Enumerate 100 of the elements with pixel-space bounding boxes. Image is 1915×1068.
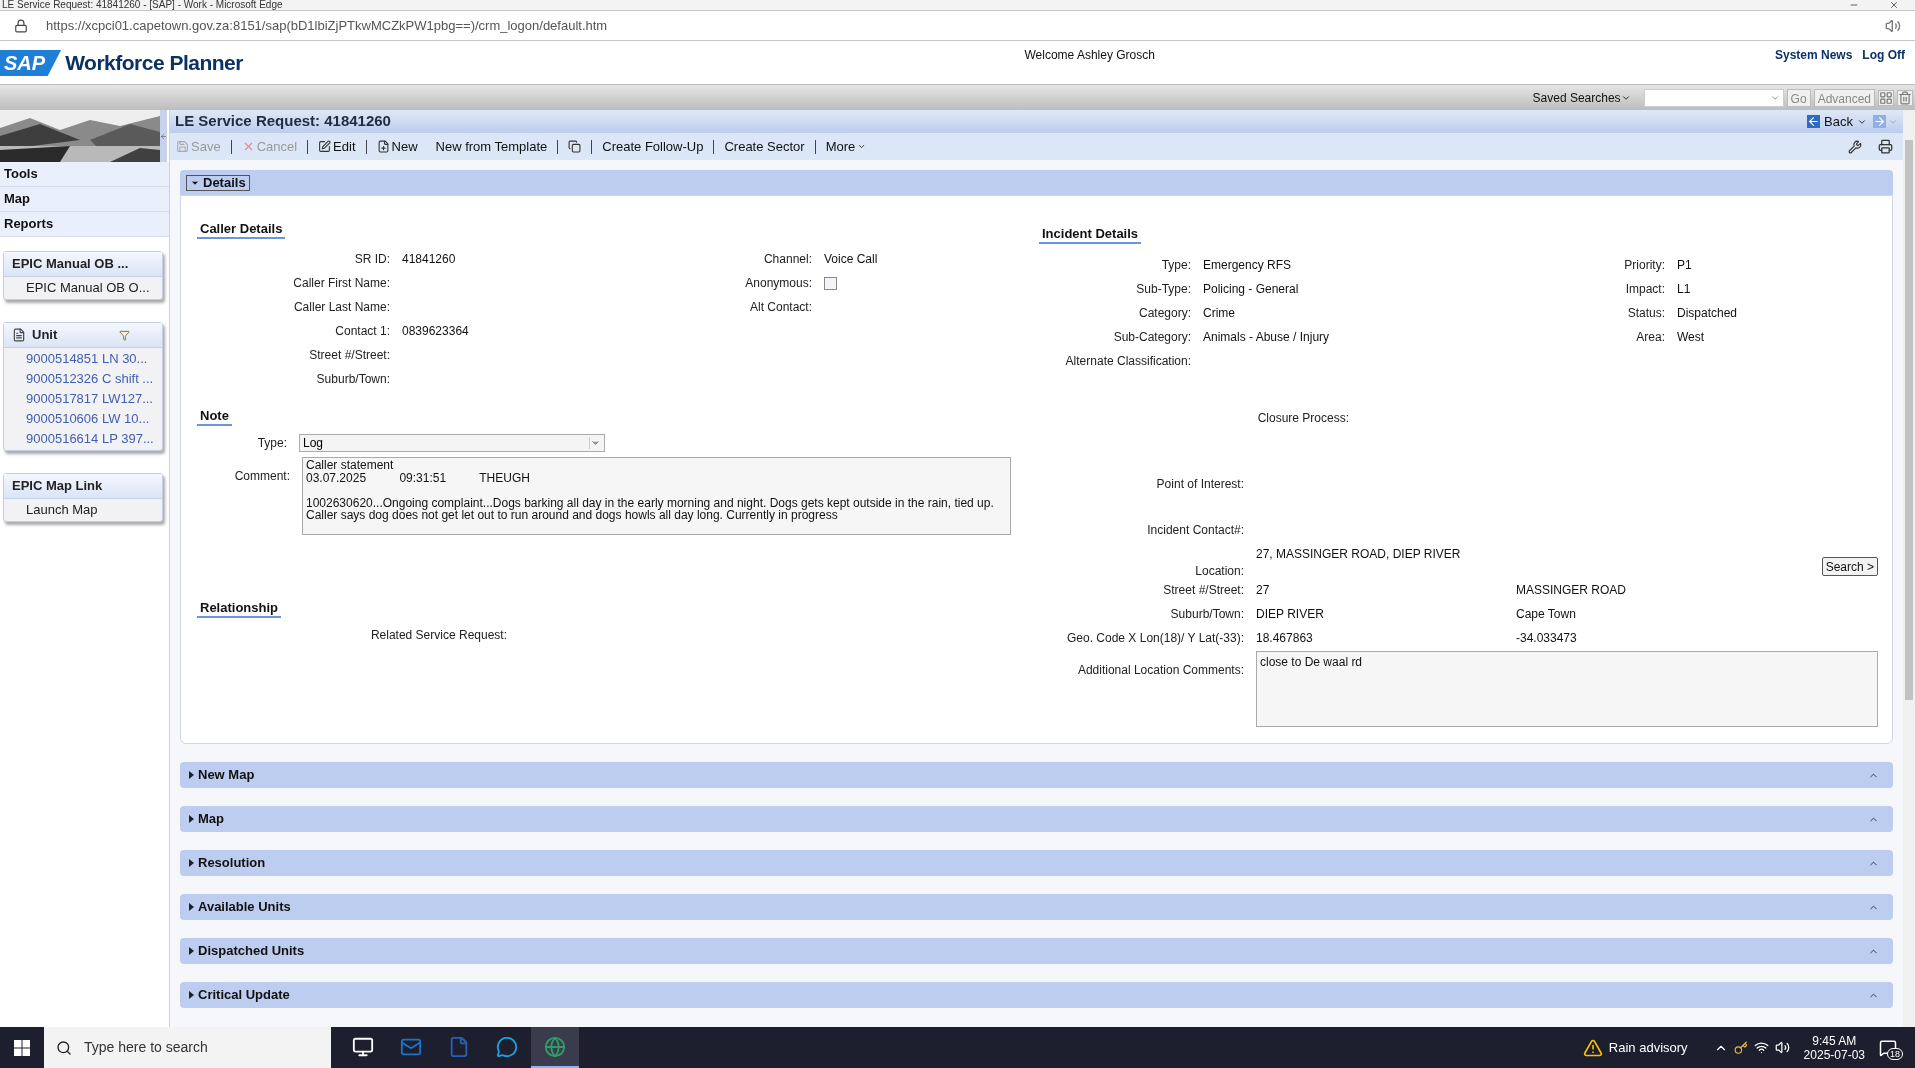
section-title: Critical Update xyxy=(198,986,290,1005)
header-link[interactable]: System News xyxy=(1774,46,1853,64)
field-label: Alternate Classification: xyxy=(1064,353,1192,370)
field-label: Area: xyxy=(1635,329,1666,346)
layout-icon[interactable] xyxy=(1878,89,1894,106)
unit-link[interactable]: 9000510606 LW 10... xyxy=(4,409,162,429)
scrollbar[interactable] xyxy=(1903,110,1915,1027)
header-link[interactable]: Log Off xyxy=(1862,46,1905,64)
caret-icon xyxy=(857,142,867,151)
unit-link[interactable]: 9000516614 LP 397... xyxy=(4,429,162,449)
field-label: Location: xyxy=(1194,563,1245,580)
location-comments-field[interactable]: close to De waal rd xyxy=(1256,651,1878,727)
collapse-handle[interactable] xyxy=(160,110,167,162)
search-placeholder: Type here to search xyxy=(84,1038,208,1057)
arrow-left-icon xyxy=(160,132,167,140)
chat-icon xyxy=(496,1035,518,1058)
section-heading: Incident Details xyxy=(1039,226,1142,244)
saved-searches-menu[interactable]: Saved Searches xyxy=(1532,88,1631,107)
nav-item[interactable]: Map xyxy=(0,187,169,212)
field-label: Channel: xyxy=(762,251,813,268)
section-header[interactable]: Critical Update xyxy=(180,982,1893,1008)
section-header[interactable]: Map xyxy=(180,806,1893,832)
clock-time[interactable]: 9:45 AM xyxy=(1812,1033,1857,1048)
section-title: New Map xyxy=(198,766,255,785)
close-icon[interactable] xyxy=(1889,0,1899,10)
taskbar-search-field[interactable]: Type here to search xyxy=(44,1027,331,1068)
network-icon[interactable] xyxy=(1753,1040,1769,1055)
sap-logo: SAP xyxy=(0,50,62,76)
field-value: Policing - General xyxy=(1203,281,1300,298)
field-label: Category: xyxy=(1137,305,1192,322)
warning-icon[interactable] xyxy=(1582,1037,1603,1058)
section-title: Available Units xyxy=(198,898,291,917)
field-label: Type: xyxy=(1160,257,1192,274)
panel-title: Unit xyxy=(32,326,58,345)
key-icon[interactable] xyxy=(1733,1040,1748,1055)
field-value: Animals - Abuse / Injury xyxy=(1203,329,1331,346)
field-value: West xyxy=(1677,329,1706,346)
section-header[interactable]: New Map xyxy=(180,762,1893,788)
section-heading: Relationship xyxy=(197,600,281,618)
nav-item[interactable]: Reports xyxy=(0,212,169,237)
panel-title: EPIC Map Link xyxy=(12,477,103,496)
nav-item[interactable]: Tools xyxy=(0,162,169,187)
field-label: Anonymous: xyxy=(744,275,813,292)
panel-link[interactable]: EPIC Manual OB O... xyxy=(4,278,162,298)
section-title: Dispatched Units xyxy=(198,942,305,961)
document-icon xyxy=(12,328,26,342)
wrench-icon[interactable] xyxy=(1848,139,1862,154)
anonymous-checkbox[interactable] xyxy=(824,276,837,290)
unit-link[interactable]: 9000514851 LN 30... xyxy=(4,349,162,369)
section-header[interactable]: Details xyxy=(180,170,1893,195)
clock-date[interactable]: 2025-07-03 xyxy=(1803,1047,1865,1062)
field-label: Closure Process: xyxy=(1256,410,1350,427)
unit-link[interactable]: 9000517817 LW127... xyxy=(4,389,162,409)
toolbar-button[interactable]: Create Sector xyxy=(724,136,805,157)
comment-field[interactable]: Caller statement 03.07.2025 09:31:51 THEUGH 1002630620...Ongoing complaint...Dogs barking all day in the early morning and night. Dogs gets kept outside in the rain, tied up. Caller says dog does not get let out to run around and dogs howls all day long. Currently in progress xyxy=(302,457,1011,535)
toolbar-button[interactable] xyxy=(568,140,582,153)
section-heading: Note xyxy=(197,408,232,426)
monitor-icon xyxy=(352,1035,374,1058)
window-title: LE Service Request: 41841260 - [SAP] - Work - Microsoft Edge xyxy=(2,0,283,10)
field-label: Caller First Name: xyxy=(292,275,391,292)
filter-icon[interactable] xyxy=(119,329,130,341)
field-label: Suburb/Town: xyxy=(315,371,391,388)
edit-icon xyxy=(318,140,332,153)
trash-icon[interactable] xyxy=(1897,89,1913,106)
field-label: SR ID: xyxy=(353,251,391,268)
section-header[interactable]: Resolution xyxy=(180,850,1893,876)
copy-icon xyxy=(568,140,582,153)
weather-text[interactable]: Rain advisory xyxy=(1608,1037,1688,1058)
section-header[interactable]: Dispatched Units xyxy=(180,938,1893,964)
field-label: Incident Contact#: xyxy=(1146,522,1245,539)
toolbar-button[interactable]: More xyxy=(825,136,867,157)
new-document-icon xyxy=(376,140,390,153)
forward-icon[interactable] xyxy=(1873,115,1886,128)
notification-badge: 18 xyxy=(1887,1047,1903,1060)
back-button[interactable]: Back xyxy=(1807,111,1867,132)
type-dropdown[interactable]: Log xyxy=(299,434,605,452)
notification-button[interactable]: 18 xyxy=(1879,1035,1903,1060)
field-label: Type: xyxy=(256,435,288,452)
field-value: Emergency RFS xyxy=(1203,257,1293,274)
details-toggle[interactable]: Details xyxy=(186,174,250,191)
lock-icon xyxy=(14,18,28,33)
document-icon xyxy=(448,1035,470,1058)
section-header[interactable]: Available Units xyxy=(180,894,1893,920)
field-value: MASSINGER ROAD xyxy=(1516,582,1627,599)
toolbar-button[interactable]: New from Template xyxy=(435,136,548,157)
address-field[interactable]: https://xcpci01.capetown.gov.za:8151/sap(bD1lbiZjPTkwMCZkPW1pbg==)/crm_logon/default.htm xyxy=(46,15,1867,36)
unit-link[interactable]: 9000512326 C shift ... xyxy=(4,369,162,389)
globe-icon xyxy=(544,1035,566,1058)
toolbar-button[interactable]: New xyxy=(376,136,418,157)
field-value: 18.467863 xyxy=(1256,630,1314,647)
section-title: Map xyxy=(198,810,224,829)
panel-link[interactable]: Launch Map xyxy=(4,500,162,520)
speaker-icon[interactable] xyxy=(1885,17,1901,34)
field-label: Point of Interest: xyxy=(1155,476,1245,493)
toolbar-button[interactable]: Create Follow-Up xyxy=(602,136,704,157)
print-icon[interactable] xyxy=(1878,139,1893,154)
volume-icon[interactable] xyxy=(1774,1040,1790,1055)
search-button[interactable]: Search > xyxy=(1821,557,1878,576)
field-value: 41841260 xyxy=(402,251,457,268)
toolbar-button[interactable]: Edit xyxy=(318,136,356,157)
